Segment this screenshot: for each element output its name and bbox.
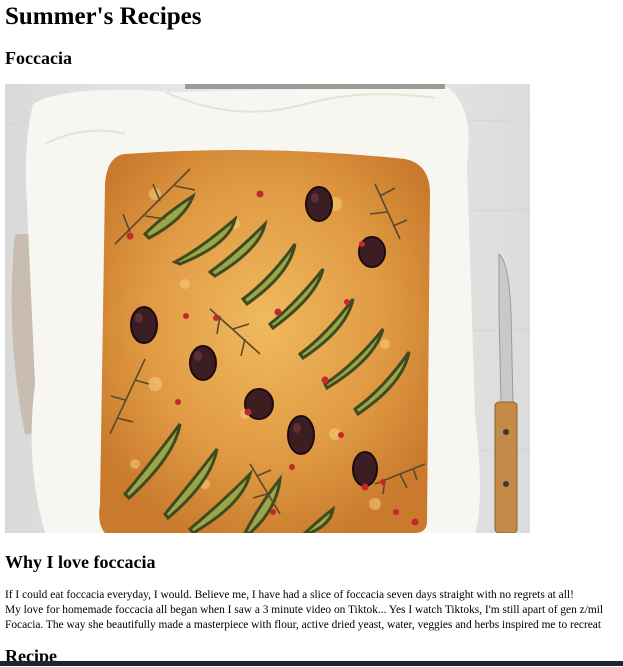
page-subtitle: Foccacia bbox=[5, 48, 72, 68]
paragraph-line-1: If I could eat foccacia everyday, I woul… bbox=[5, 589, 574, 601]
paragraph-line-3: Focacia. The way she beautifully made a … bbox=[5, 619, 602, 631]
page-title: Summer's Recipes bbox=[5, 3, 202, 30]
paragraph-line-2: My love for homemade foccacia all began … bbox=[5, 604, 604, 616]
section-heading-why-love: Why I love foccacia bbox=[5, 552, 156, 572]
foccacia-illustration bbox=[5, 84, 530, 533]
bottom-dock-edge bbox=[0, 661, 623, 666]
foccacia-photo bbox=[5, 84, 530, 533]
why-love-paragraph: If I could eat foccacia everyday, I woul… bbox=[5, 588, 623, 633]
